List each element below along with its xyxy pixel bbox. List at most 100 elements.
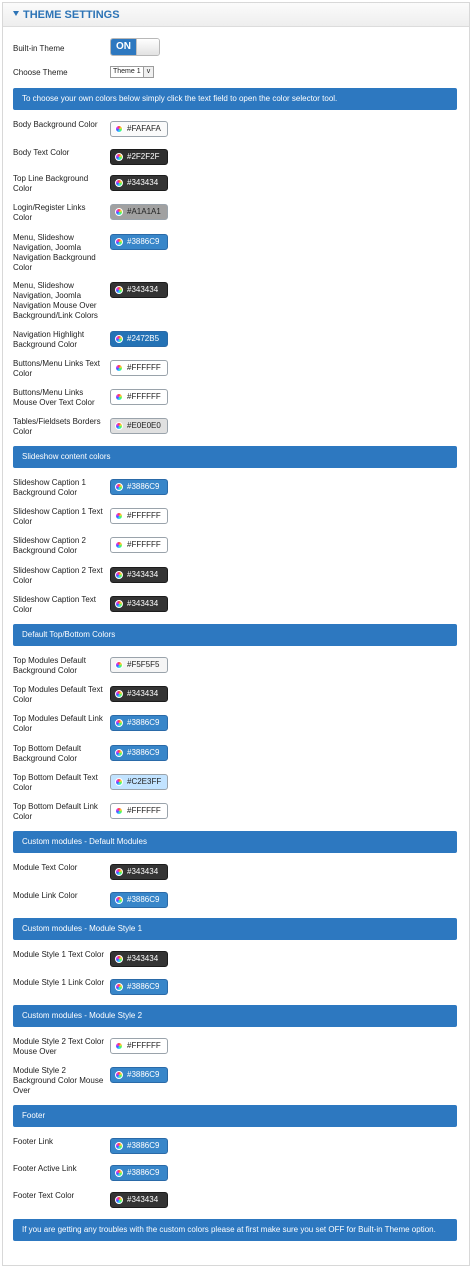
color-value: #FFFFFF [127,511,161,520]
color-field-label: Slideshow Caption 2 Background Color [13,536,86,555]
color-value: #FFFFFF [127,392,161,401]
color-picker-field[interactable]: #3886C9 [110,234,168,250]
color-field-label: Top Line Background Color [13,174,89,193]
color-field-label: Body Text Color [13,148,70,157]
color-wheel-icon[interactable] [115,125,123,133]
color-field-label: Module Text Color [13,863,78,872]
color-wheel-icon[interactable] [115,286,123,294]
color-wheel-icon[interactable] [115,1042,123,1050]
color-wheel-icon[interactable] [115,807,123,815]
color-picker-field[interactable]: #C2E3FF [110,774,168,790]
color-wheel-icon[interactable] [115,179,123,187]
color-wheel-icon[interactable] [115,393,123,401]
color-field-label: Tables/Fieldsets Borders Color [13,417,101,436]
color-value: #3886C9 [127,1141,160,1150]
color-picker-field[interactable]: #3886C9 [110,715,168,731]
color-picker-field[interactable]: #3886C9 [110,979,168,995]
color-picker-field[interactable]: #343434 [110,567,168,583]
color-picker-field[interactable]: #2F2F2F [110,149,168,165]
color-wheel-icon[interactable] [115,719,123,727]
color-picker-field[interactable]: #FFFFFF [110,360,168,376]
color-value: #3886C9 [127,748,160,757]
color-field-label: Navigation Highlight Background Color [13,330,85,349]
color-picker-field[interactable]: #3886C9 [110,1138,168,1154]
color-wheel-icon[interactable] [115,153,123,161]
color-wheel-icon[interactable] [115,364,123,372]
chevron-down-icon[interactable]: v [143,67,153,77]
color-picker-field[interactable]: #3886C9 [110,745,168,761]
color-field-label: Menu, Slideshow Navigation, Joomla Navig… [13,281,98,320]
color-picker-field[interactable]: #FFFFFF [110,1038,168,1054]
color-value: #3886C9 [127,718,160,727]
choose-theme-value: Theme 1 [113,68,141,75]
color-field-label: Footer Active Link [13,1164,77,1173]
section-header-bar: Default Top/Bottom Colors [13,624,457,646]
color-picker-field[interactable]: #343434 [110,282,168,298]
color-wheel-icon[interactable] [115,422,123,430]
color-field-label: Module Style 2 Background Color Mouse Ov… [13,1066,104,1095]
color-wheel-icon[interactable] [115,690,123,698]
color-picker-field[interactable]: #3886C9 [110,1067,168,1083]
builtin-theme-label: Built-in Theme [13,44,65,53]
toggle-knob[interactable] [136,39,159,55]
color-picker-field[interactable]: #FAFAFA [110,121,168,137]
color-wheel-icon[interactable] [115,512,123,520]
color-wheel-icon[interactable] [115,238,123,246]
color-value: #FAFAFA [127,124,161,133]
color-picker-field[interactable]: #343434 [110,686,168,702]
color-wheel-icon[interactable] [115,483,123,491]
color-picker-field[interactable]: #FFFFFF [110,803,168,819]
color-picker-field[interactable]: #FFFFFF [110,537,168,553]
color-picker-field[interactable]: #FFFFFF [110,508,168,524]
color-field-label: Footer Text Color [13,1191,75,1200]
color-picker-field[interactable]: #343434 [110,864,168,880]
color-value: #3886C9 [127,482,160,491]
color-picker-field[interactable]: #2472B5 [110,331,168,347]
color-wheel-icon[interactable] [115,1142,123,1150]
color-wheel-icon[interactable] [115,955,123,963]
color-picker-field[interactable]: #A1A1A1 [110,204,168,220]
color-wheel-icon[interactable] [115,1071,123,1079]
color-picker-field[interactable]: #3886C9 [110,892,168,908]
color-picker-field[interactable]: #3886C9 [110,1165,168,1181]
color-wheel-icon[interactable] [115,1169,123,1177]
builtin-theme-toggle[interactable]: ON [110,38,160,56]
color-value: #343434 [127,954,159,963]
color-wheel-icon[interactable] [115,749,123,757]
color-picker-field[interactable]: #3886C9 [110,479,168,495]
color-field-label: Slideshow Caption 2 Text Color [13,566,103,585]
color-picker-field[interactable]: #E0E0E0 [110,418,168,434]
choose-theme-select[interactable]: Theme 1 v [110,66,154,78]
color-wheel-icon[interactable] [115,208,123,216]
color-field-label: Top Modules Default Background Color [13,656,86,675]
color-value: #343434 [127,178,159,187]
color-wheel-icon[interactable] [115,541,123,549]
section-header-bar: Custom modules - Module Style 1 [13,918,457,940]
color-value: #3886C9 [127,982,160,991]
color-picker-field[interactable]: #343434 [110,596,168,612]
panel-header[interactable]: THEME SETTINGS [3,3,469,27]
color-field-label: Top Modules Default Text Color [13,685,103,704]
color-field-label: Body Background Color [13,120,98,129]
color-picker-field[interactable]: #343434 [110,175,168,191]
color-picker-field[interactable]: #343434 [110,1192,168,1208]
color-wheel-icon[interactable] [115,335,123,343]
color-value: #A1A1A1 [127,207,161,216]
caret-down-icon[interactable] [13,11,19,16]
color-wheel-icon[interactable] [115,778,123,786]
color-wheel-icon[interactable] [115,1196,123,1204]
color-wheel-icon[interactable] [115,571,123,579]
color-picker-field[interactable]: #343434 [110,951,168,967]
color-wheel-icon[interactable] [115,868,123,876]
color-wheel-icon[interactable] [115,983,123,991]
color-wheel-icon[interactable] [115,600,123,608]
color-picker-field[interactable]: #FFFFFF [110,389,168,405]
color-value: #3886C9 [127,1168,160,1177]
color-wheel-icon[interactable] [115,896,123,904]
intro-info-bar: To choose your own colors below simply c… [13,88,457,110]
color-picker-field[interactable]: #F5F5F5 [110,657,168,673]
color-wheel-icon[interactable] [115,661,123,669]
color-field-label: Buttons/Menu Links Text Color [13,359,101,378]
color-value: #343434 [127,570,159,579]
color-value: #FFFFFF [127,1041,161,1050]
